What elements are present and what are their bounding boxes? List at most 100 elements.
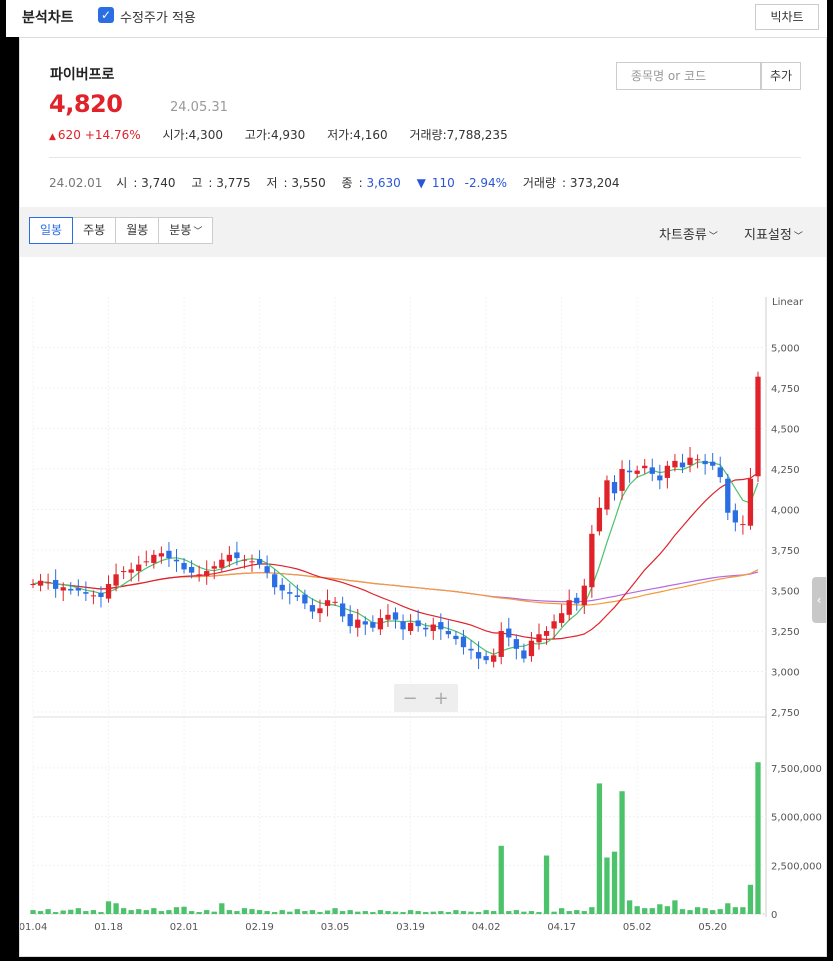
volume-bar: [173, 907, 180, 914]
volume-bar: [113, 903, 119, 914]
candle-down: [287, 592, 293, 594]
volume-bar: [128, 910, 134, 914]
tab-monthly[interactable]: 월봉: [115, 217, 160, 244]
candle-down: [513, 639, 519, 649]
volume-bar: [717, 909, 723, 914]
stock-summary: ▲ 620 +14.76% 시가:4,300 고가:4,930 저가:4,160 거…: [49, 126, 526, 143]
scale-type-label: Linear: [772, 297, 804, 308]
volume-bar: [309, 910, 316, 914]
price-tick-label: 4,500: [771, 425, 800, 436]
tab-minute[interactable]: 분봉 ﹀: [158, 217, 214, 244]
zoom-in-button[interactable]: +: [433, 688, 448, 709]
candle-down: [181, 562, 187, 570]
volume-bar: [740, 907, 746, 914]
volume-bar: [694, 907, 701, 914]
candle-down: [294, 595, 300, 597]
volume-bar: [264, 911, 270, 914]
add-stock-button[interactable]: 추가: [761, 62, 801, 90]
tab-weekly[interactable]: 주봉: [72, 217, 117, 244]
volume-bar: [626, 900, 633, 914]
zoom-out-button[interactable]: −: [402, 688, 417, 709]
volume-bar: [188, 911, 195, 914]
volume-bar: [302, 911, 308, 914]
top-bar: 분석차트 ✓ 수정주가 적용 빅차트: [6, 0, 827, 37]
candle-up: [30, 584, 36, 586]
price-tick-label: 2,750: [771, 708, 800, 719]
volume-tick-label: 7,500,000: [771, 764, 822, 775]
volume-bar: [619, 791, 625, 914]
volume-bar: [294, 909, 300, 914]
candle-up: [407, 622, 414, 631]
volume-bar: [166, 910, 172, 914]
volume-bar: [105, 901, 112, 914]
price-tick-label: 3,250: [771, 627, 800, 638]
date-tick-label: 02.01: [170, 922, 199, 933]
volume-bar: [453, 910, 459, 914]
big-chart-button[interactable]: 빅차트: [755, 4, 819, 30]
candle-down: [347, 613, 353, 627]
volume-bar: [143, 910, 149, 914]
candle-up: [90, 595, 97, 597]
up-triangle-icon: ▲: [49, 132, 56, 142]
volume-bar: [589, 907, 595, 914]
volume-bar: [68, 909, 74, 914]
price-tick-label: 4,750: [771, 384, 800, 395]
date-tick-label: 04.02: [472, 922, 501, 933]
volume-bar: [332, 908, 338, 914]
volume-bar: [657, 904, 663, 914]
candle-up: [491, 655, 497, 662]
chevron-down-icon: ﹀: [193, 227, 203, 237]
candle-up: [672, 460, 678, 468]
candle-up: [687, 457, 693, 465]
volume-bar: [710, 910, 716, 914]
candle-up: [694, 459, 701, 461]
candle-down: [173, 559, 180, 562]
candle-down: [98, 592, 104, 597]
volume-bar: [732, 907, 738, 914]
hover-ohlc: 24.02.01 시: 3,740 고: 3,775 저: 3,550 종: 3…: [49, 174, 632, 191]
adjusted-price-checkbox[interactable]: ✓: [98, 7, 114, 23]
chart-area[interactable]: Linear 2,750 3,000 3,250 3,500 3,750 4,000 4,25…: [19, 257, 826, 961]
down-triangle-icon: ▼: [416, 176, 426, 190]
volume-bar: [377, 910, 384, 914]
candle-down: [649, 467, 655, 474]
adjusted-price-label: 수정주가 적용: [120, 11, 196, 26]
side-panel-toggle[interactable]: ‹: [812, 577, 826, 623]
volume-bar: [256, 910, 263, 914]
volume-bar: [385, 911, 391, 914]
hover-low: 저: 3,550: [266, 176, 326, 190]
candle-up: [324, 600, 331, 606]
volume-bar: [158, 911, 165, 914]
candle-up: [747, 478, 754, 526]
candle-down: [339, 603, 346, 617]
candle-up: [219, 559, 225, 568]
period-tabs: 일봉 주봉 월봉 분봉 ﹀: [29, 217, 214, 244]
candle-down: [53, 579, 59, 589]
candle-down: [732, 510, 738, 523]
price-date: 24.05.31: [170, 100, 228, 115]
candle-up: [755, 376, 761, 477]
candle-down: [460, 636, 467, 648]
indicator-settings-menu[interactable]: 지표설정 ﹀: [744, 224, 803, 243]
volume-tick-label: 5,000,000: [771, 813, 822, 824]
volume-bar: [702, 908, 708, 914]
volume-bar: [30, 910, 36, 914]
stock-search-input[interactable]: 종목명 or 코드: [616, 62, 761, 90]
candle-down: [453, 635, 459, 640]
tab-daily[interactable]: 일봉: [29, 217, 74, 244]
volume-bar: [120, 908, 127, 914]
hover-close: 종: 3,630: [341, 176, 401, 190]
candle-up: [128, 569, 134, 573]
candlestick-chart[interactable]: Linear 2,750 3,000 3,250 3,500 3,750 4,000 4,25…: [19, 257, 826, 957]
stock-name: 파이버프로: [50, 67, 115, 83]
volume-bar: [241, 908, 248, 914]
chart-type-menu[interactable]: 차트종류 ﹀: [659, 224, 718, 243]
candle-up: [536, 634, 542, 643]
candle-up: [377, 618, 384, 630]
candle-down: [68, 588, 74, 591]
volume-bar: [98, 912, 104, 914]
volume-bar: [438, 911, 444, 914]
candle-down: [657, 475, 663, 481]
date-tick-label: 01.04: [20, 922, 47, 933]
volume-bar: [687, 910, 693, 914]
